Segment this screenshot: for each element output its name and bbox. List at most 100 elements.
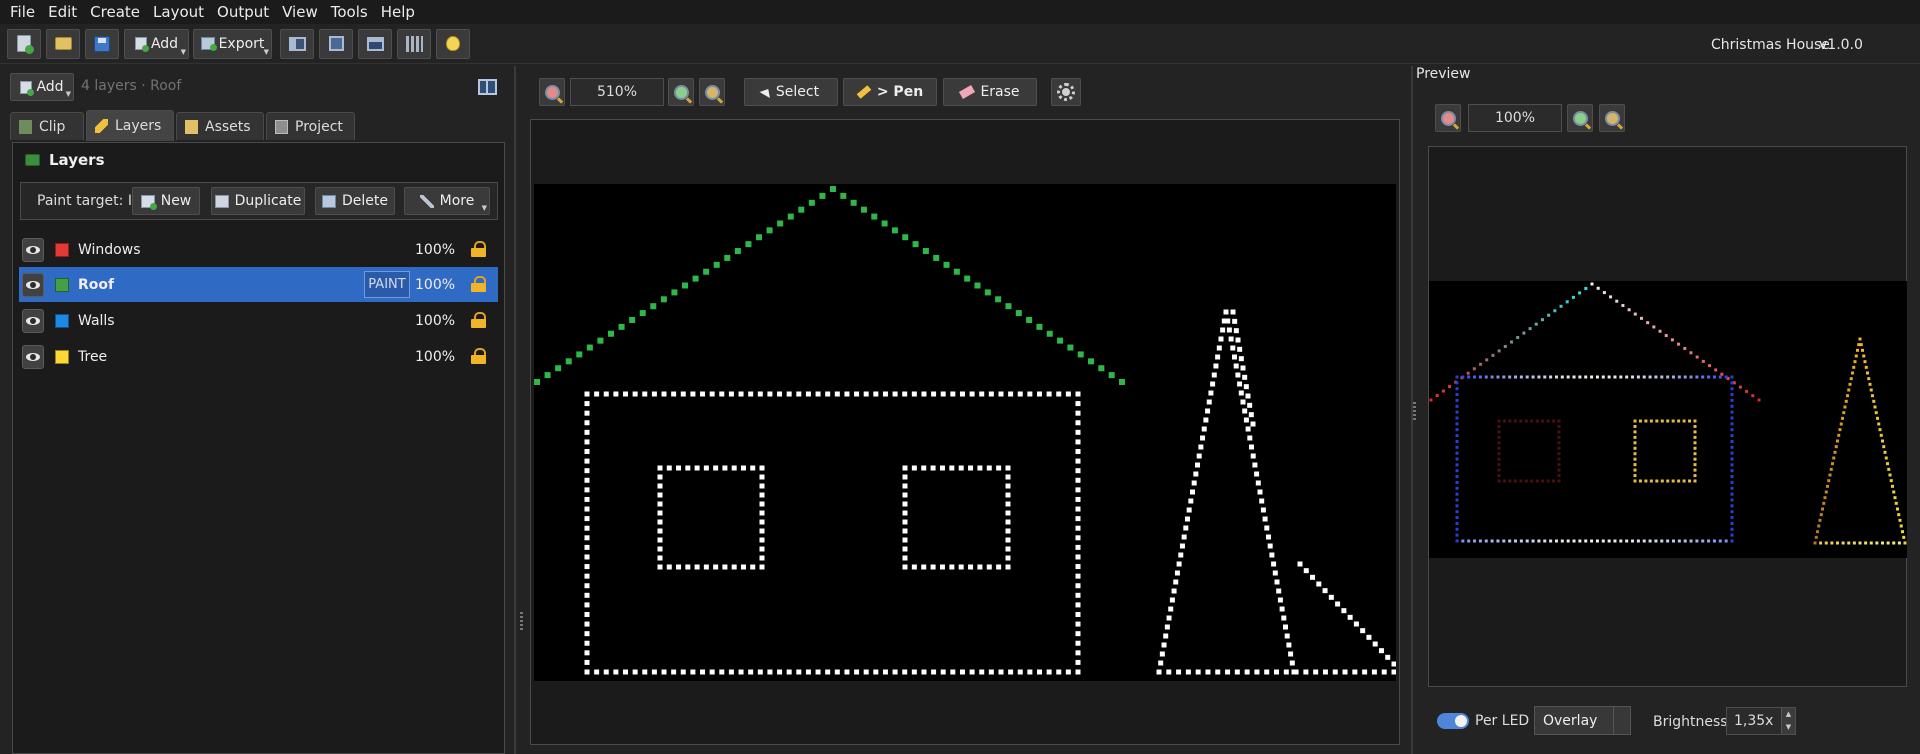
visibility-eye-icon[interactable]: [22, 237, 44, 262]
unlock-icon[interactable]: [471, 348, 486, 364]
preview-tree-led: [1846, 394, 1849, 398]
preview-zoom-in-button[interactable]: [1567, 104, 1593, 132]
wall-led: [584, 477, 590, 483]
paint-target-row: Paint target: I New Duplicate Delete Mor…: [20, 182, 498, 220]
visibility-eye-icon[interactable]: [22, 308, 44, 333]
preview-zoom-fit-button[interactable]: [1599, 104, 1625, 132]
panel-add-button[interactable]: Add ▼: [10, 73, 74, 101]
preview-wall-led: [1730, 428, 1734, 432]
tab-clip[interactable]: Clip: [10, 112, 84, 140]
menu-help[interactable]: Help: [375, 0, 422, 24]
roof-led: [808, 199, 815, 206]
tree-led: [1242, 374, 1248, 380]
tree-led: [1391, 661, 1396, 667]
layer-row-walls[interactable]: Walls 100%: [19, 303, 498, 338]
tree-led: [1335, 601, 1341, 607]
roof-led: [534, 379, 540, 385]
more-button[interactable]: More ▼: [404, 187, 490, 215]
preview-wall-led: [1572, 539, 1576, 543]
preview-roof-led: [1578, 291, 1582, 295]
wall-led: [632, 391, 638, 397]
visibility-eye-icon[interactable]: [22, 272, 44, 297]
visibility-eye-icon[interactable]: [22, 344, 44, 369]
square-view-button[interactable]: [319, 28, 353, 59]
brightness-spinbox[interactable]: 1,35x ▲ ▼: [1726, 707, 1796, 735]
preview-roof-led: [1441, 389, 1445, 393]
blend-mode-select[interactable]: Overlay: [1534, 706, 1631, 735]
dock-panel-icon[interactable]: [478, 79, 497, 95]
window-icon: [288, 36, 306, 51]
zoom-out-button[interactable]: [539, 78, 565, 106]
preview-tree-led: [1881, 541, 1884, 545]
preview-window-led: [1557, 441, 1561, 445]
wall-led: [603, 669, 609, 675]
menu-layout[interactable]: Layout: [147, 0, 211, 24]
delete-layer-button[interactable]: Delete: [315, 187, 395, 215]
preview-tree-led: [1888, 473, 1892, 477]
preview-wall-led: [1730, 451, 1734, 455]
window-led: [1005, 528, 1011, 534]
menu-file[interactable]: File: [4, 0, 42, 24]
window-led: [657, 537, 663, 543]
pen-tool-label: > Pen: [876, 84, 924, 100]
menu-view[interactable]: View: [276, 0, 325, 24]
layer-row-tree[interactable]: Tree 100%: [19, 339, 498, 374]
menu-create[interactable]: Create: [84, 0, 147, 24]
per-led-toggle[interactable]: [1437, 713, 1469, 729]
left-splitter[interactable]: [514, 66, 516, 754]
duplicate-layer-button[interactable]: Duplicate: [211, 187, 305, 215]
preview-roof-led: [1429, 398, 1433, 402]
wall-led: [988, 391, 994, 397]
preview-canvas[interactable]: [1429, 281, 1907, 558]
add-layer-icon: [140, 194, 157, 210]
zoom-in-button[interactable]: [668, 78, 694, 106]
per-led-toggle-row[interactable]: Per LED: [1437, 713, 1529, 729]
tree-led: [1193, 471, 1199, 477]
new-project-button[interactable]: [7, 28, 41, 59]
toolbar-add-button[interactable]: Add ▼: [124, 28, 189, 59]
menu-output[interactable]: Output: [211, 0, 276, 24]
unlock-icon[interactable]: [471, 276, 486, 292]
pen-tool-button[interactable]: > Pen: [843, 78, 937, 106]
layer-row-roof[interactable]: Roof PAINT 100%: [19, 267, 498, 302]
zoom-level-field[interactable]: 510%: [570, 78, 664, 106]
preview-window-led: [1660, 419, 1664, 423]
preview-window-led: [1671, 479, 1675, 483]
wall-led: [1075, 573, 1081, 579]
preview-zoom-out-button[interactable]: [1435, 104, 1461, 132]
unlock-icon[interactable]: [471, 312, 486, 328]
preview-wall-led: [1549, 539, 1553, 543]
preview-roof-led: [1448, 385, 1452, 389]
tab-project[interactable]: Project: [266, 112, 355, 140]
tips-button[interactable]: [436, 28, 470, 59]
spin-arrows-icon[interactable]: ▲ ▼: [1781, 708, 1795, 734]
preview-tree-led: [1852, 541, 1856, 545]
layers-title: Layers: [49, 151, 105, 169]
menu-tools[interactable]: Tools: [325, 0, 375, 24]
layer-row-windows[interactable]: Windows 100%: [19, 232, 498, 267]
export-icon: [200, 37, 217, 51]
zoom-fit-button[interactable]: [699, 78, 725, 106]
open-project-button[interactable]: [46, 28, 80, 59]
tree-led: [1381, 669, 1387, 675]
tab-assets[interactable]: Assets: [176, 112, 264, 140]
preview-roof-led: [1590, 282, 1594, 286]
unlock-icon[interactable]: [471, 241, 486, 257]
window-layout-button[interactable]: [280, 28, 314, 59]
select-tool-button[interactable]: Select: [744, 78, 838, 106]
brightness-value: 1,35x: [1734, 713, 1774, 729]
led-canvas[interactable]: [534, 184, 1396, 681]
preview-wall-led: [1724, 539, 1728, 543]
save-project-button[interactable]: [85, 28, 119, 59]
library-button[interactable]: [397, 28, 431, 59]
erase-tool-button[interactable]: Erase: [943, 78, 1037, 106]
panel-view-button[interactable]: [358, 28, 392, 59]
wall-led: [709, 669, 715, 675]
preview-roof-led: [1479, 362, 1483, 366]
new-layer-button[interactable]: New: [132, 187, 200, 215]
toolbar-export-button[interactable]: Export ▼: [193, 28, 272, 59]
menu-edit[interactable]: Edit: [42, 0, 84, 24]
settings-button[interactable]: [1051, 78, 1081, 106]
preview-zoom-field[interactable]: 100%: [1468, 104, 1562, 132]
tab-layers[interactable]: Layers: [86, 110, 174, 141]
